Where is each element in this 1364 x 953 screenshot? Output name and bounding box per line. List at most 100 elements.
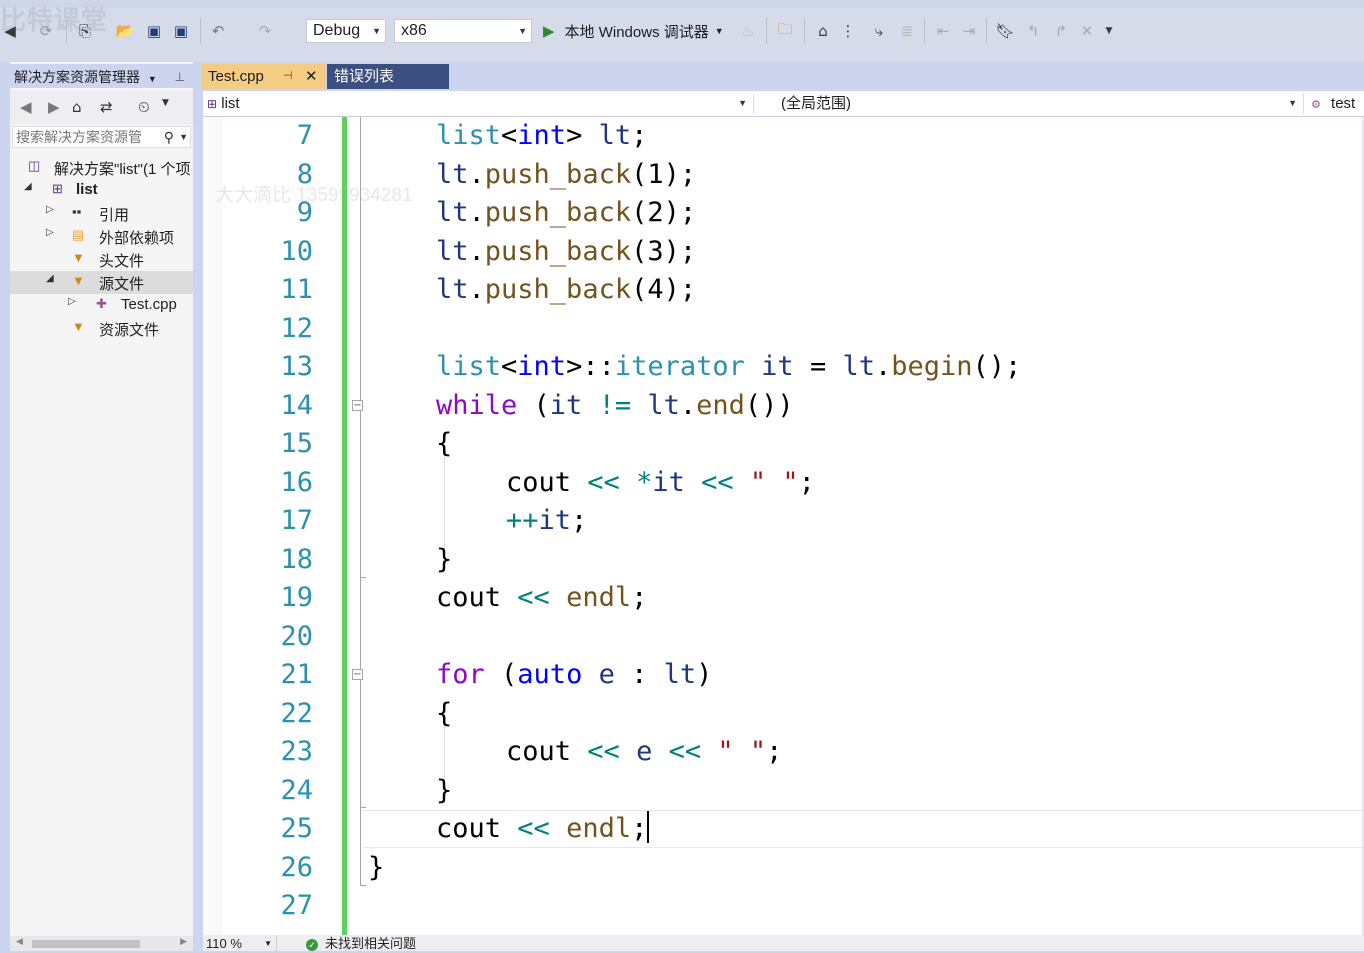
code-line: 15 { — [203, 425, 1364, 463]
platform-select[interactable]: x86 ▼ — [394, 19, 532, 43]
code-line: 17 ++it; — [203, 502, 1364, 540]
outdent-icon[interactable]: ⇤ — [932, 20, 954, 42]
format-icon[interactable]: ≣ — [896, 20, 918, 42]
tree-item-solution[interactable]: ◫ 解决方案"list"(1 个项 — [10, 156, 193, 179]
expand-arrow-icon[interactable]: ▷ — [46, 204, 54, 215]
line-number: 20 — [280, 621, 313, 652]
chevron-down-icon[interactable]: ▼ — [148, 74, 157, 84]
explorer-search-input[interactable]: 搜索解决方案资源管 ⚲ ▼ — [12, 126, 191, 148]
pending-changes-icon[interactable]: ⏲ — [138, 98, 150, 116]
expand-arrow-icon[interactable]: ▷ — [46, 227, 54, 238]
code-text: lt.push_back(4); — [436, 274, 697, 305]
project-dropdown[interactable]: ⊞ list ▼ — [207, 93, 754, 114]
line-number: 8 — [296, 159, 313, 190]
editor-navigation-bar: ⊞ list ▼ (全局范围) ▼ ⚙ test — [203, 91, 1364, 117]
tab-test-cpp[interactable]: Test.cpp ⊣ ✕ — [201, 64, 326, 89]
find-in-files-icon[interactable]: 🗀 — [774, 20, 796, 42]
code-line: 11 lt.push_back(4); — [203, 271, 1364, 309]
code-text: cout << endl; — [436, 582, 648, 613]
editor-status-bar: 110 % ▼ ✓ 未找到相关问题 — [203, 935, 1364, 951]
explorer-title-bar: 解决方案资源管理器 ▼ ⊥ — [10, 64, 193, 88]
member-dropdown[interactable]: ⚙ test — [1311, 93, 1364, 114]
bookmark-icon[interactable]: 🔖︎ — [994, 20, 1016, 42]
scroll-left-icon[interactable]: ◀ — [16, 937, 23, 947]
code-line: 14 while (it != lt.end()) — [203, 387, 1364, 425]
tree-item-references[interactable]: ▷ ▪▪ 引用 — [10, 202, 193, 225]
line-number: 14 — [280, 390, 313, 421]
undo-icon[interactable]: ↶ — [207, 20, 229, 42]
scroll-right-icon[interactable]: ▶ — [180, 937, 187, 947]
zoom-dropdown[interactable]: 110 % ▼ — [203, 935, 277, 951]
next-bookmark-icon[interactable]: ↱ — [1050, 20, 1072, 42]
layout-icon[interactable]: ⋮ — [838, 20, 858, 42]
toolbar-overflow-icon[interactable]: ▼ — [1102, 20, 1116, 42]
issues-indicator[interactable]: ✓ 未找到相关问题 — [306, 935, 416, 953]
code-line: 13 list<int>::iterator it = lt.begin(); — [203, 348, 1364, 386]
new-project-icon[interactable]: ⎘ — [74, 20, 96, 42]
tree-item-source-files[interactable]: ◢ ▼ 源文件 — [10, 271, 193, 294]
close-icon[interactable]: ✕ — [305, 64, 318, 89]
code-text: lt.push_back(3); — [436, 236, 697, 267]
save-icon[interactable]: ▣ — [144, 20, 164, 42]
expand-arrow-icon[interactable]: ▷ — [68, 296, 76, 307]
collapse-arrow-icon[interactable]: ◢ — [24, 181, 32, 192]
toolbar-separator — [766, 18, 767, 44]
document-tab-bar: Test.cpp ⊣ ✕ 错误列表 — [193, 62, 1364, 89]
pin-icon[interactable]: ⊣ — [283, 64, 293, 89]
tree-item-external-deps[interactable]: ▷ ▤ 外部依赖项 — [10, 225, 193, 248]
chevron-down-icon[interactable]: ▼ — [179, 127, 188, 147]
redo-icon[interactable]: ↷ — [254, 20, 276, 42]
solution-view-icon[interactable]: ⌂ — [812, 20, 834, 42]
back-icon[interactable]: ◀ — [20, 98, 32, 116]
tree-item-project[interactable]: ◢ ⊞ list — [10, 179, 193, 202]
code-editor[interactable]: 大大滴比 13599934281 − − 7 list<int> lt; 8 lt.… — [203, 117, 1364, 935]
code-text: list<int>::iterator it = lt.begin(); — [436, 351, 1022, 382]
search-icon[interactable]: ⚲ — [164, 127, 174, 147]
forward-icon[interactable]: ⟳ — [36, 20, 56, 42]
code-line: 23 cout << e << " "; — [203, 733, 1364, 771]
pin-icon[interactable]: ⊥ — [175, 64, 185, 90]
home-icon[interactable]: ⌂ — [72, 98, 82, 116]
solution-icon: ◫ — [28, 158, 41, 173]
hot-reload-icon[interactable]: ♨ — [740, 20, 756, 42]
open-file-icon[interactable]: 📂 — [114, 20, 136, 42]
code-text: cout << e << " "; — [506, 736, 783, 767]
forward-icon[interactable]: ▶ — [48, 98, 60, 116]
step-icon[interactable]: ⤷ — [868, 20, 890, 42]
function-icon: ⚙ — [1311, 99, 1321, 111]
folder-filter-icon: ▼ — [72, 273, 85, 288]
project-value: list — [221, 95, 240, 112]
chevron-down-icon: ▼ — [714, 26, 724, 36]
line-number: 16 — [280, 467, 313, 498]
toolbar-separator — [986, 18, 987, 44]
code-text: { — [436, 428, 453, 459]
clear-bookmarks-icon[interactable]: ✕ — [1076, 20, 1098, 42]
scroll-thumb[interactable] — [32, 940, 140, 948]
tree-item-header-files[interactable]: ▼ 头文件 — [10, 248, 193, 271]
switch-views-icon[interactable]: ⇄ — [100, 98, 113, 116]
config-select[interactable]: Debug ▼ — [306, 19, 386, 43]
tree-label: list — [76, 181, 98, 198]
scope-dropdown[interactable]: (全局范围) ▼ — [759, 93, 1304, 114]
toolbar-separator — [924, 18, 925, 44]
prev-bookmark-icon[interactable]: ↰ — [1022, 20, 1044, 42]
save-all-icon[interactable]: ▣ — [170, 20, 192, 42]
chevron-down-icon[interactable]: ▼ — [162, 98, 169, 108]
code-line: 16 cout << *it << " "; — [203, 464, 1364, 502]
tab-error-list[interactable]: 错误列表 — [327, 64, 449, 89]
code-text: } — [368, 852, 385, 883]
debugger-label: 本地 Windows 调试器 — [564, 23, 709, 41]
code-text: ++it; — [506, 505, 588, 536]
collapse-arrow-icon[interactable]: ◢ — [46, 273, 54, 284]
indent-icon[interactable]: ⇥ — [958, 20, 980, 42]
line-number: 11 — [280, 274, 313, 305]
chevron-down-icon: ▼ — [518, 26, 527, 36]
zoom-value: 110 % — [206, 936, 242, 951]
back-icon[interactable]: ◀ — [0, 20, 20, 42]
code-line: 18} — [203, 541, 1364, 579]
start-debugger-button[interactable]: ▶ 本地 Windows 调试器 ▼ — [543, 19, 724, 43]
tree-item-resource-files[interactable]: ▼ 资源文件 — [10, 317, 193, 340]
code-text: cout << endl; — [436, 811, 650, 844]
tree-item-test-cpp[interactable]: ▷ ✚ Test.cpp — [10, 294, 193, 317]
explorer-horizontal-scrollbar[interactable]: ◀ ▶ — [10, 936, 193, 951]
